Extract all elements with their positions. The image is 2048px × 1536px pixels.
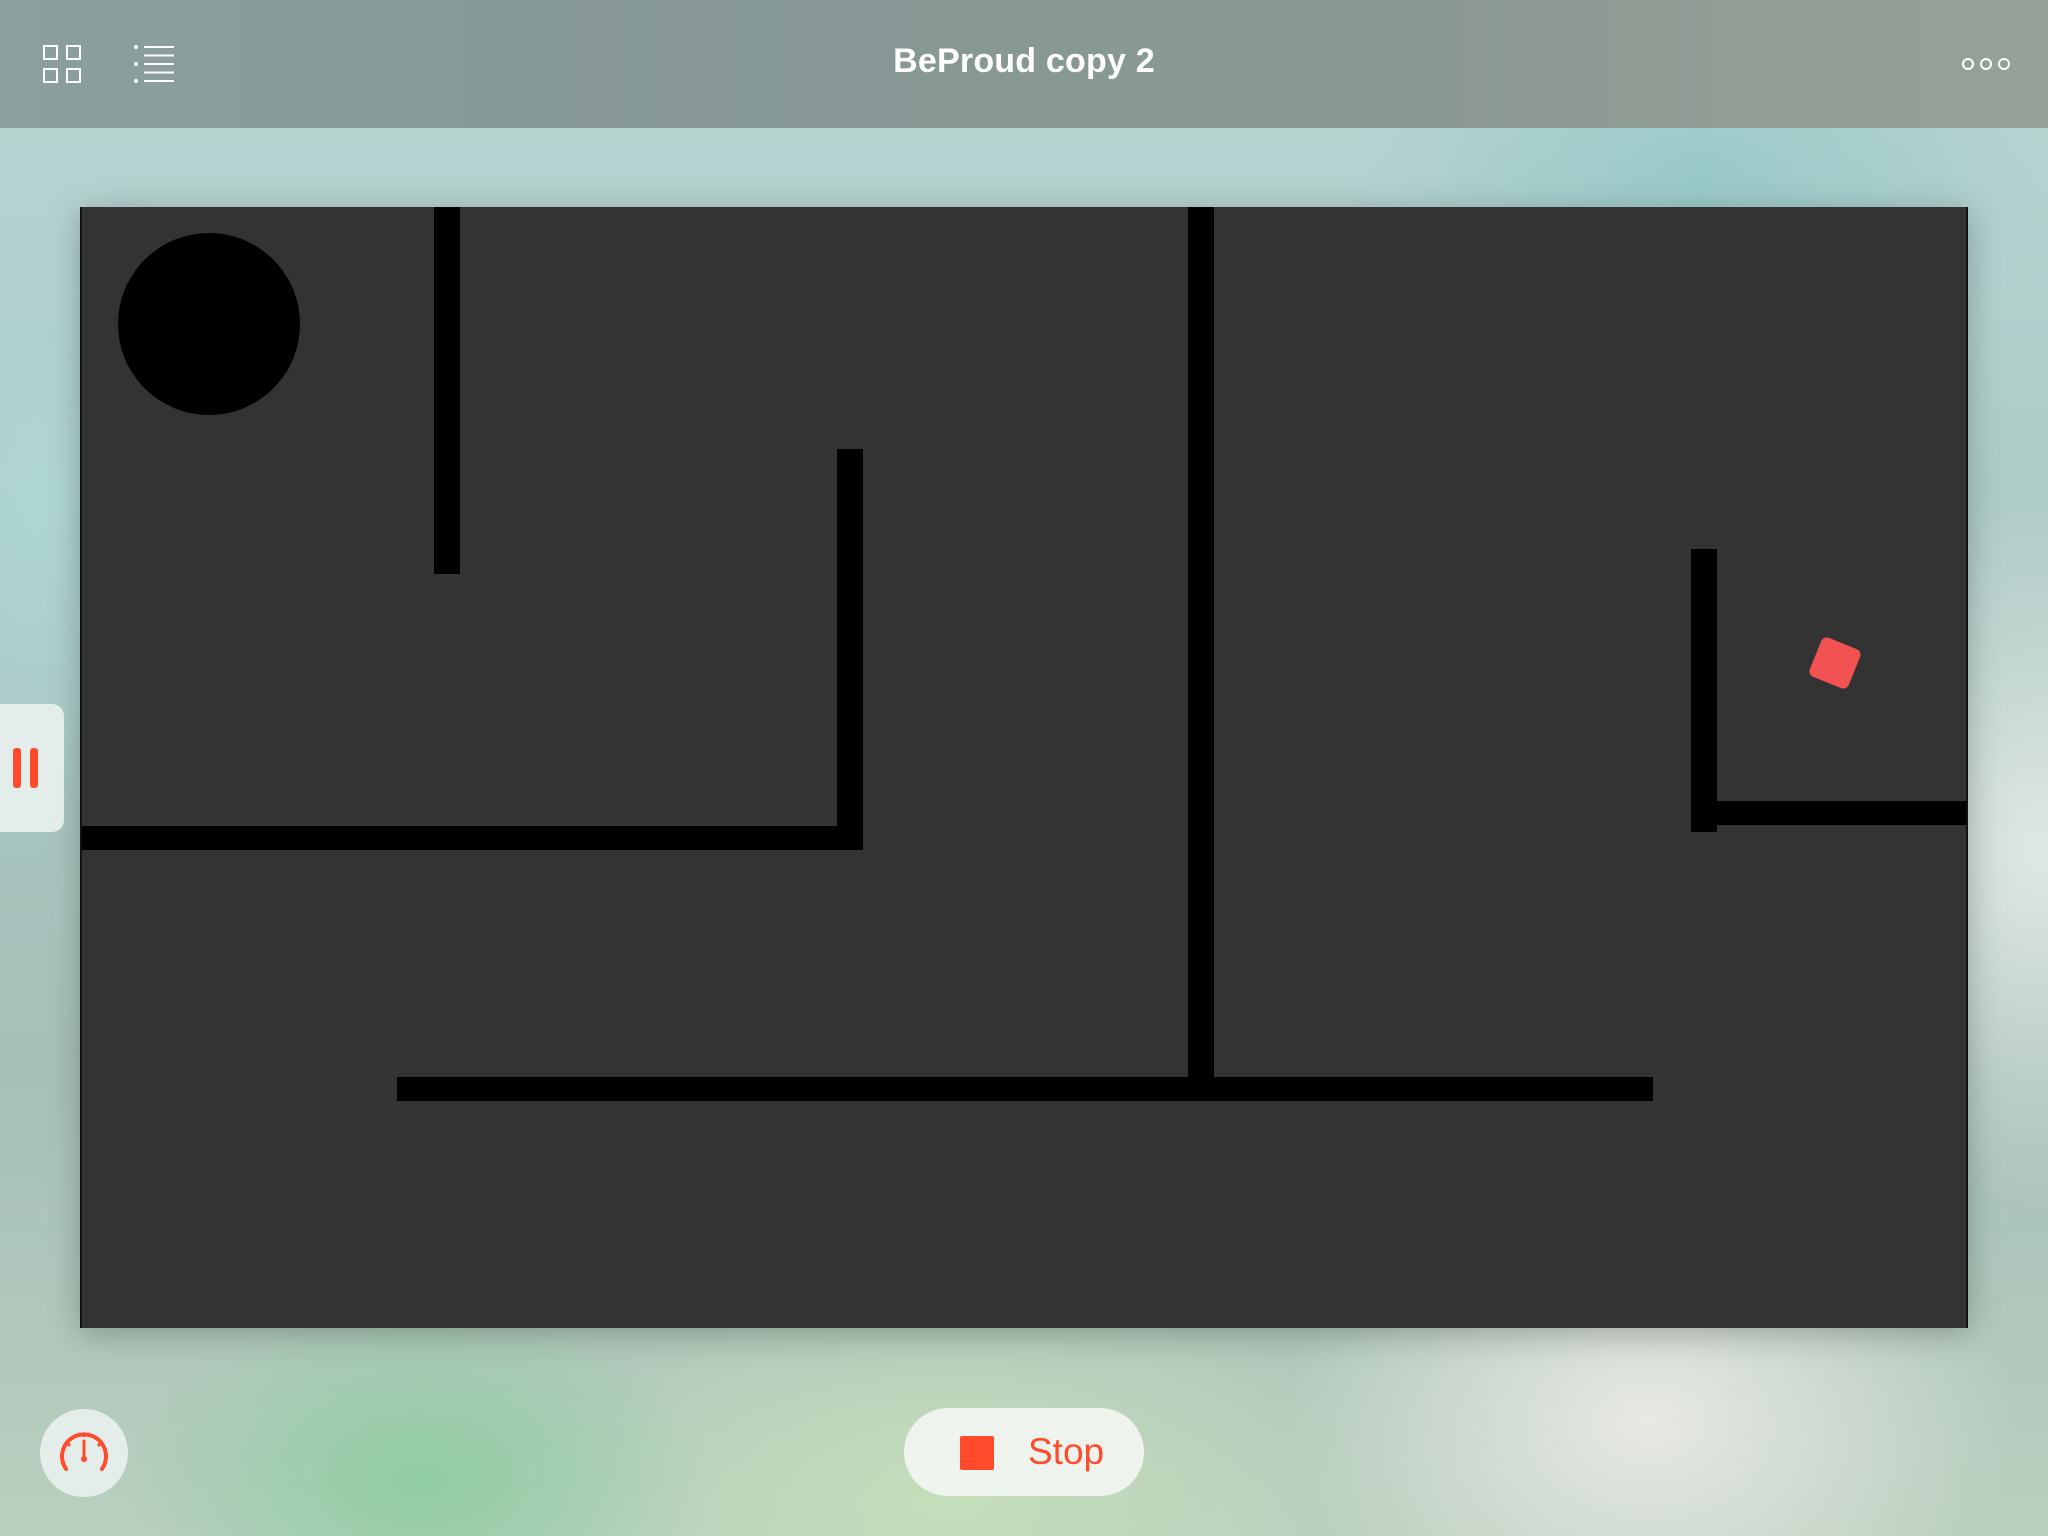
wall-vertical-center-left <box>837 449 863 850</box>
more-icon <box>1962 58 2010 70</box>
page-title: BeProud copy 2 <box>893 42 1155 80</box>
black-hole-ball <box>118 233 300 415</box>
wall-horizontal-right <box>1691 801 1966 825</box>
player-block <box>1807 635 1863 691</box>
speedometer-icon <box>60 1432 108 1471</box>
stop-square-icon <box>960 1436 994 1470</box>
speed-button[interactable] <box>40 1409 128 1497</box>
pause-button[interactable] <box>0 704 64 832</box>
pause-icon <box>13 748 21 788</box>
stop-button[interactable]: Stop <box>904 1408 1144 1496</box>
wall-horizontal-left <box>82 826 863 850</box>
game-scene[interactable] <box>80 207 1968 1328</box>
stop-label: Stop <box>1028 1431 1105 1472</box>
more-options-button[interactable] <box>1960 40 2012 88</box>
pause-icon-bar <box>30 748 38 788</box>
wall-vertical-top-left <box>434 207 460 574</box>
wall-vertical-right <box>1691 549 1717 832</box>
wall-horizontal-bottom <box>397 1077 1653 1101</box>
wall-vertical-center <box>1188 207 1214 1082</box>
top-bar: BeProud copy 2 <box>0 0 2048 128</box>
